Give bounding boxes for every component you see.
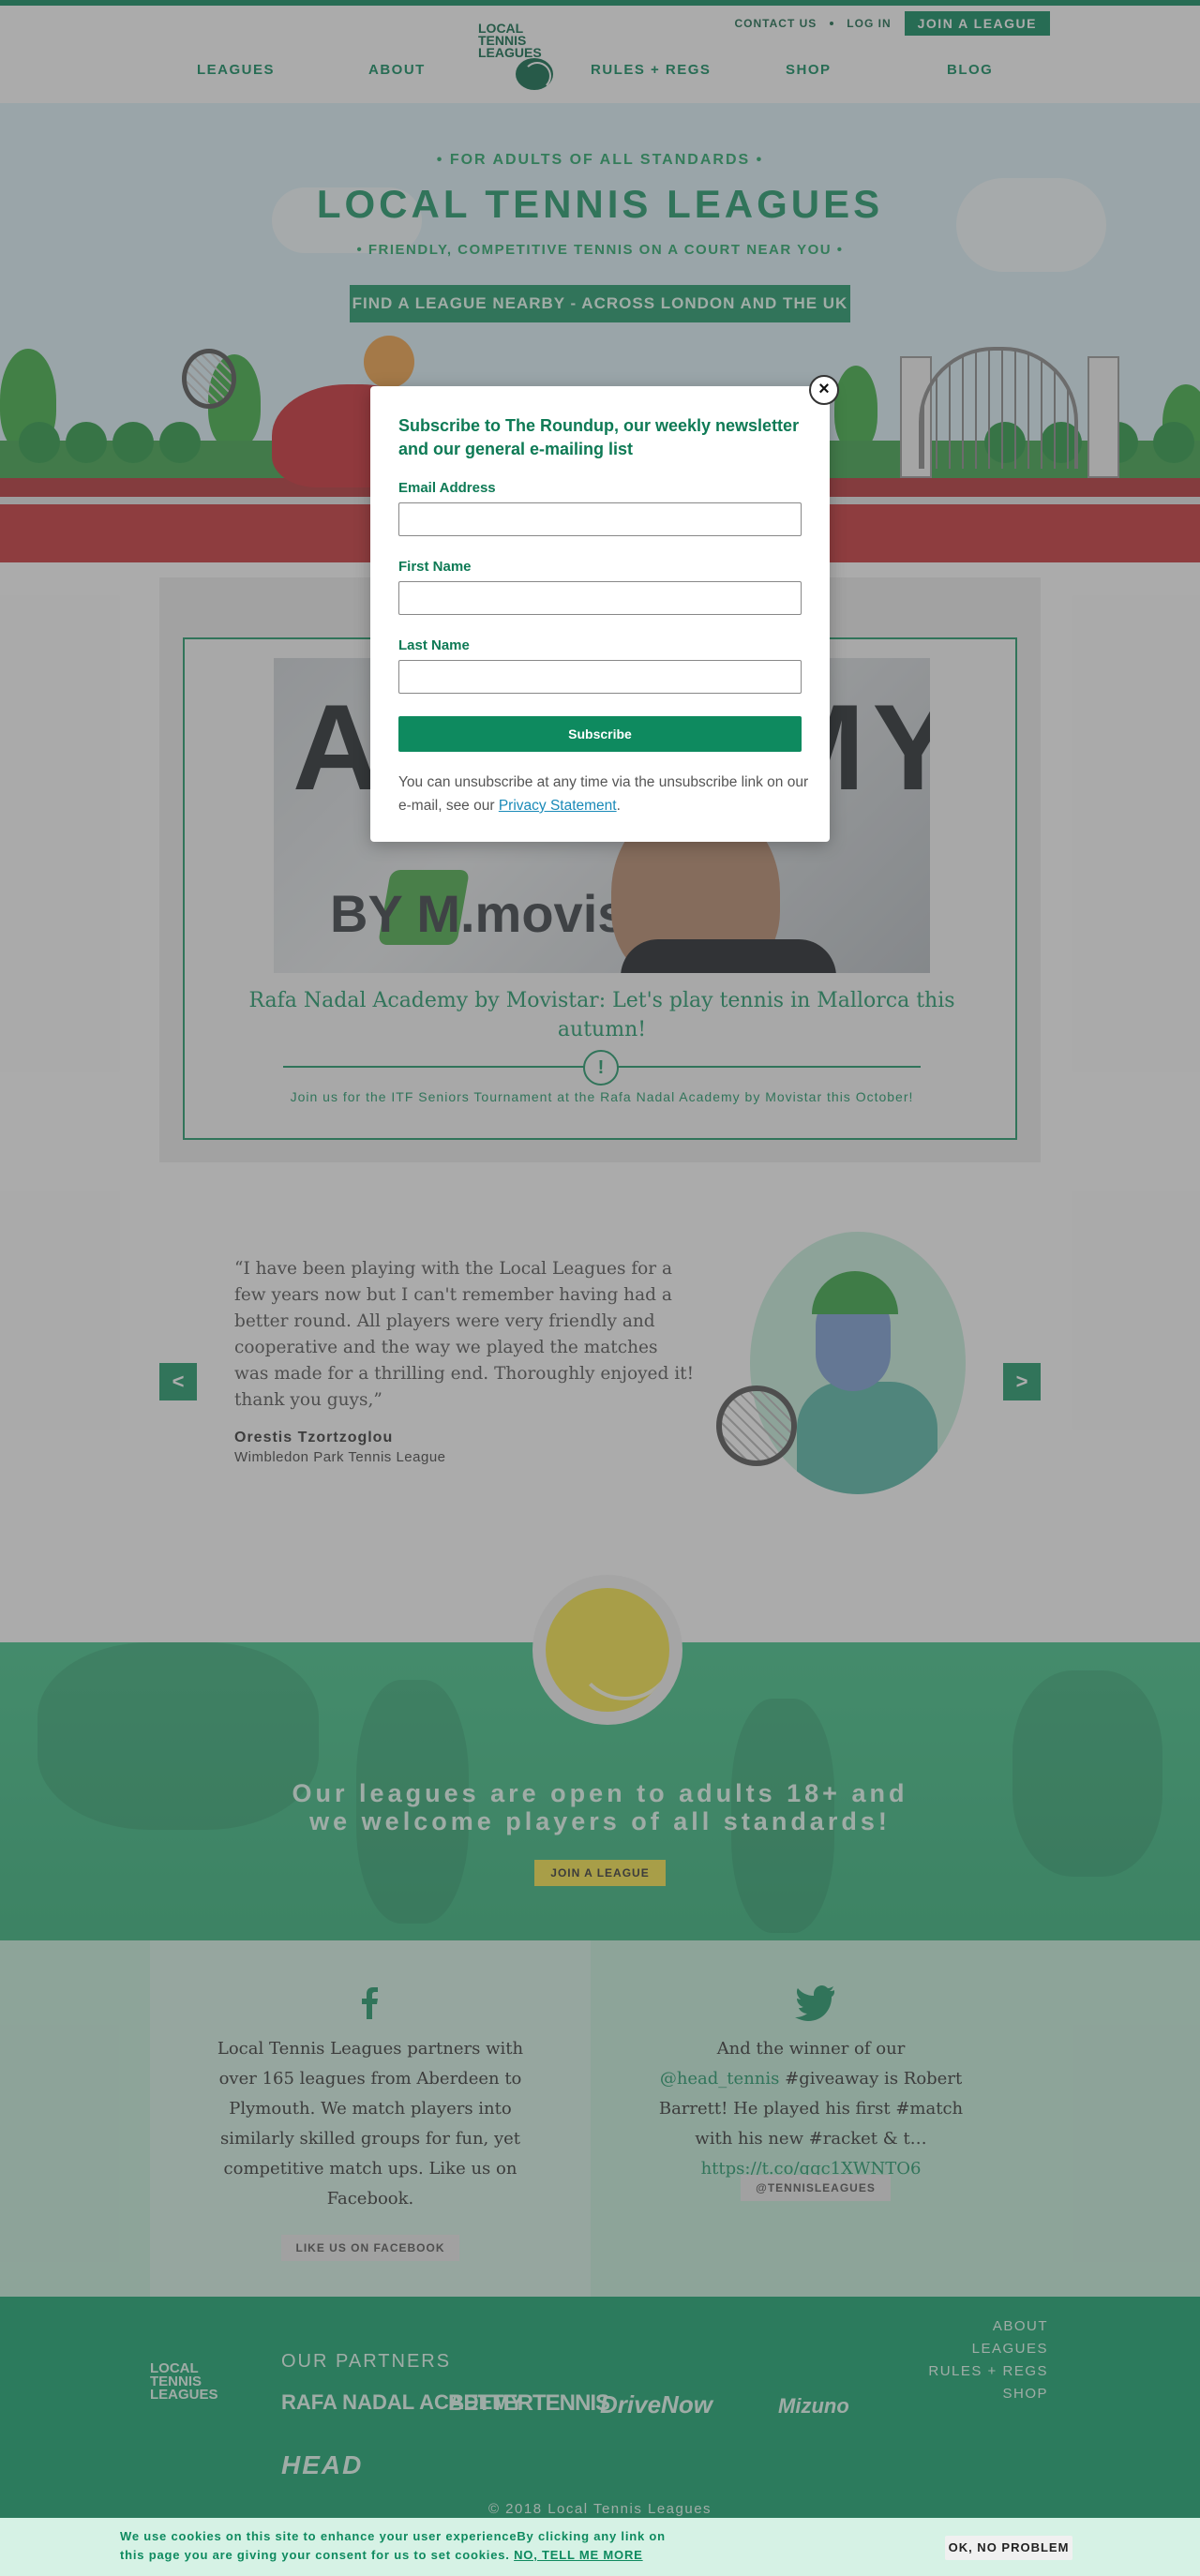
last-name-field[interactable] — [398, 660, 802, 694]
unsubscribe-note: You can unsubscribe at any time via the … — [398, 771, 811, 817]
note-text: . — [616, 798, 621, 814]
last-name-label: Last Name — [398, 637, 470, 653]
first-name-field[interactable] — [398, 581, 802, 615]
subscribe-button[interactable]: Subscribe — [398, 716, 802, 752]
email-field[interactable] — [398, 502, 802, 536]
newsletter-modal: × Subscribe to The Roundup, our weekly n… — [370, 375, 839, 842]
modal-overlay[interactable]: × Subscribe to The Roundup, our weekly n… — [0, 0, 1200, 2518]
close-icon[interactable]: × — [809, 375, 839, 405]
email-label: Email Address — [398, 480, 496, 496]
privacy-statement-link[interactable]: Privacy Statement — [499, 798, 617, 814]
modal-title: Subscribe to The Roundup, our weekly new… — [398, 416, 800, 458]
cookie-more-link[interactable]: NO, TELL ME MORE — [514, 2548, 643, 2562]
cookie-accept-button[interactable]: OK, NO PROBLEM — [945, 2536, 1072, 2560]
cookie-banner: We use cookies on this site to enhance y… — [0, 2518, 1200, 2576]
first-name-label: First Name — [398, 559, 472, 575]
cookie-text: We use cookies on this site to enhance y… — [120, 2527, 682, 2565]
